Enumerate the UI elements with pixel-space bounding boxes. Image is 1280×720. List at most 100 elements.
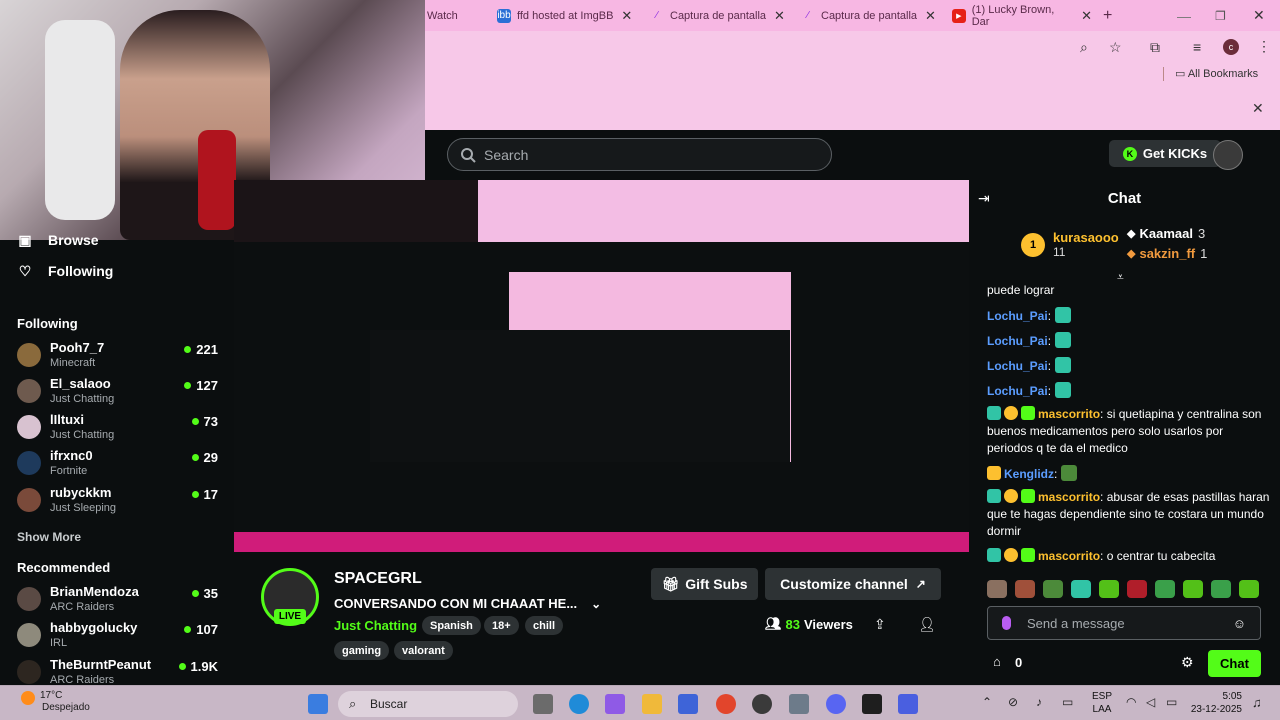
- media-control-icon[interactable]: ≡: [1193, 39, 1201, 55]
- sidebar-channel[interactable]: Pooh7_7 Minecraft 221: [17, 340, 222, 374]
- get-kicks-button[interactable]: K Get KICKs: [1109, 140, 1221, 167]
- store-icon[interactable]: [678, 694, 698, 714]
- chevron-down-icon[interactable]: ⌄: [591, 597, 601, 611]
- tag-gaming[interactable]: gaming: [334, 641, 390, 660]
- app-icon[interactable]: [898, 694, 918, 714]
- emote-icon[interactable]: [1043, 580, 1063, 598]
- weather-widget[interactable]: 17°C Despejado: [21, 690, 90, 714]
- epic-games-icon[interactable]: [862, 694, 882, 714]
- menu-kebab-icon[interactable]: ⋮: [1257, 38, 1271, 55]
- copilot-icon[interactable]: [605, 694, 625, 714]
- browser-tab[interactable]: ∕ Captura de pantalla ✕: [801, 4, 941, 27]
- chat-username[interactable]: Kenglidz: [1004, 467, 1054, 481]
- edge-icon[interactable]: [569, 694, 589, 714]
- restore-button[interactable]: ❐: [1215, 4, 1226, 27]
- nav-browse[interactable]: ▣ Browse: [17, 232, 98, 249]
- chat-username[interactable]: Lochu_Pai: [987, 384, 1048, 398]
- tag-spanish[interactable]: Spanish: [422, 616, 481, 635]
- show-more-button[interactable]: Show More: [17, 530, 81, 544]
- browser-tab[interactable]: ▶ (1) Lucky Brown, Dar ✕: [952, 4, 1092, 28]
- tag-chill[interactable]: chill: [525, 616, 564, 635]
- tag-valorant[interactable]: valorant: [394, 641, 453, 660]
- clock[interactable]: 5:05 23-12-2025: [1191, 690, 1242, 716]
- tag-18plus[interactable]: 18+: [484, 616, 519, 635]
- sidebar-channel[interactable]: rubyckkm Just Sleeping 17: [17, 485, 222, 519]
- emote-icon[interactable]: [1155, 580, 1175, 598]
- gift-subs-button[interactable]: 🎁︎ Gift Subs: [651, 568, 758, 600]
- new-tab-button[interactable]: +: [1103, 4, 1112, 27]
- nav-following[interactable]: ♡ Following: [17, 263, 114, 280]
- user-avatar[interactable]: [1213, 140, 1243, 170]
- language-indicator[interactable]: ESP LAA: [1092, 690, 1112, 716]
- bookmark-star-icon[interactable]: ☆: [1109, 39, 1122, 56]
- video-player[interactable]: [234, 180, 969, 552]
- customize-channel-button[interactable]: Customize channel ↗: [765, 568, 941, 600]
- browser-tab[interactable]: ibb ffd hosted at ImgBB ✕: [497, 4, 637, 27]
- close-window-button[interactable]: ✕: [1253, 4, 1265, 27]
- minimize-button[interactable]: —: [1177, 4, 1191, 27]
- sidebar-channel[interactable]: ifrxnc0 Fortnite 29: [17, 448, 222, 482]
- wifi-icon[interactable]: ◠: [1126, 695, 1136, 709]
- emote-icon[interactable]: [1211, 580, 1231, 598]
- chat-message-input[interactable]: Send a message ☺: [987, 606, 1261, 640]
- address-bar[interactable]: ⌕ ☆ ⧉ ≡ c ⋮: [425, 31, 1280, 64]
- close-infobar-icon[interactable]: ✕: [1252, 100, 1264, 117]
- chat-username[interactable]: mascorrito: [1038, 407, 1100, 421]
- start-menu-icon[interactable]: [308, 694, 328, 714]
- task-view-icon[interactable]: [533, 694, 553, 714]
- stream-category[interactable]: Just Chatting: [334, 618, 417, 633]
- emote-icon[interactable]: [1015, 580, 1035, 598]
- top-gifter[interactable]: ◆ sakzin_ff 1: [1127, 246, 1207, 261]
- discord-icon[interactable]: [826, 694, 846, 714]
- sidebar-channel[interactable]: El_salaoo Just Chatting 127: [17, 376, 222, 410]
- mic-tray-icon[interactable]: ♪: [1036, 695, 1042, 709]
- share-icon[interactable]: ⇪: [874, 616, 886, 633]
- browser-tab[interactable]: ∕ Captura de pantalla ✕: [650, 4, 790, 27]
- settings-icon[interactable]: [789, 694, 809, 714]
- tray-chevron-icon[interactable]: ⌃: [982, 695, 992, 709]
- emote-icon[interactable]: [987, 580, 1007, 598]
- emote-icon[interactable]: [1071, 580, 1091, 598]
- display-icon[interactable]: ▭: [1062, 695, 1073, 709]
- all-bookmarks-button[interactable]: ▭ All Bookmarks: [1175, 67, 1258, 80]
- collapse-chat-icon[interactable]: ⇥: [978, 190, 990, 207]
- battery-icon[interactable]: ▭: [1166, 695, 1177, 709]
- top-gifter[interactable]: 1 kurasaooo 11: [1021, 230, 1119, 260]
- emoji-picker-icon[interactable]: ☺: [1233, 616, 1246, 631]
- close-tab-icon[interactable]: ✕: [774, 8, 785, 24]
- follow-user-icon[interactable]: 👤︎: [918, 616, 936, 633]
- profile-icon[interactable]: c: [1223, 39, 1239, 55]
- microphone-icon[interactable]: [1002, 616, 1011, 630]
- close-tab-icon[interactable]: ✕: [621, 8, 632, 24]
- taskbar-search[interactable]: ⌕ Buscar: [338, 691, 518, 717]
- chat-username[interactable]: mascorrito: [1038, 549, 1100, 563]
- close-tab-icon[interactable]: ✕: [925, 8, 936, 24]
- chat-username[interactable]: Lochu_Pai: [987, 309, 1048, 323]
- channel-name[interactable]: SPACEGRL: [334, 570, 422, 588]
- sidebar-channel[interactable]: BrianMendoza ARC Raiders 35: [17, 584, 222, 618]
- extensions-icon[interactable]: ⧉: [1150, 39, 1160, 56]
- emote-icon[interactable]: [1127, 580, 1147, 598]
- sidebar-channel[interactable]: lIltuxi Just Chatting 73: [17, 412, 222, 446]
- top-gifter[interactable]: ◆ Kaamaal 3: [1127, 226, 1205, 241]
- search-input[interactable]: Search: [447, 138, 832, 171]
- chat-username[interactable]: mascorrito: [1038, 490, 1100, 504]
- emote-icon[interactable]: [1099, 580, 1119, 598]
- emote-icon[interactable]: [1183, 580, 1203, 598]
- chat-username[interactable]: Lochu_Pai: [987, 359, 1048, 373]
- browser-tab[interactable]: Watch: [427, 4, 458, 27]
- notification-bell-icon[interactable]: ♫: [1252, 695, 1262, 710]
- network-off-icon[interactable]: ⊘: [1008, 695, 1018, 709]
- zoom-icon[interactable]: ⌕: [1080, 39, 1088, 56]
- chrome-icon[interactable]: [716, 694, 736, 714]
- chat-username[interactable]: Lochu_Pai: [987, 334, 1048, 348]
- file-explorer-icon[interactable]: [642, 694, 662, 714]
- obs-icon[interactable]: [752, 694, 772, 714]
- emote-icon[interactable]: [1239, 580, 1259, 598]
- send-chat-button[interactable]: Chat: [1208, 650, 1261, 677]
- volume-icon[interactable]: ◁: [1146, 695, 1155, 709]
- settings-gear-icon[interactable]: ⚙: [1181, 654, 1194, 671]
- close-tab-icon[interactable]: ✕: [1081, 8, 1092, 24]
- kicks-balance-icon[interactable]: ⌂: [993, 654, 1001, 669]
- sidebar-channel[interactable]: habbygolucky IRL 107: [17, 620, 222, 654]
